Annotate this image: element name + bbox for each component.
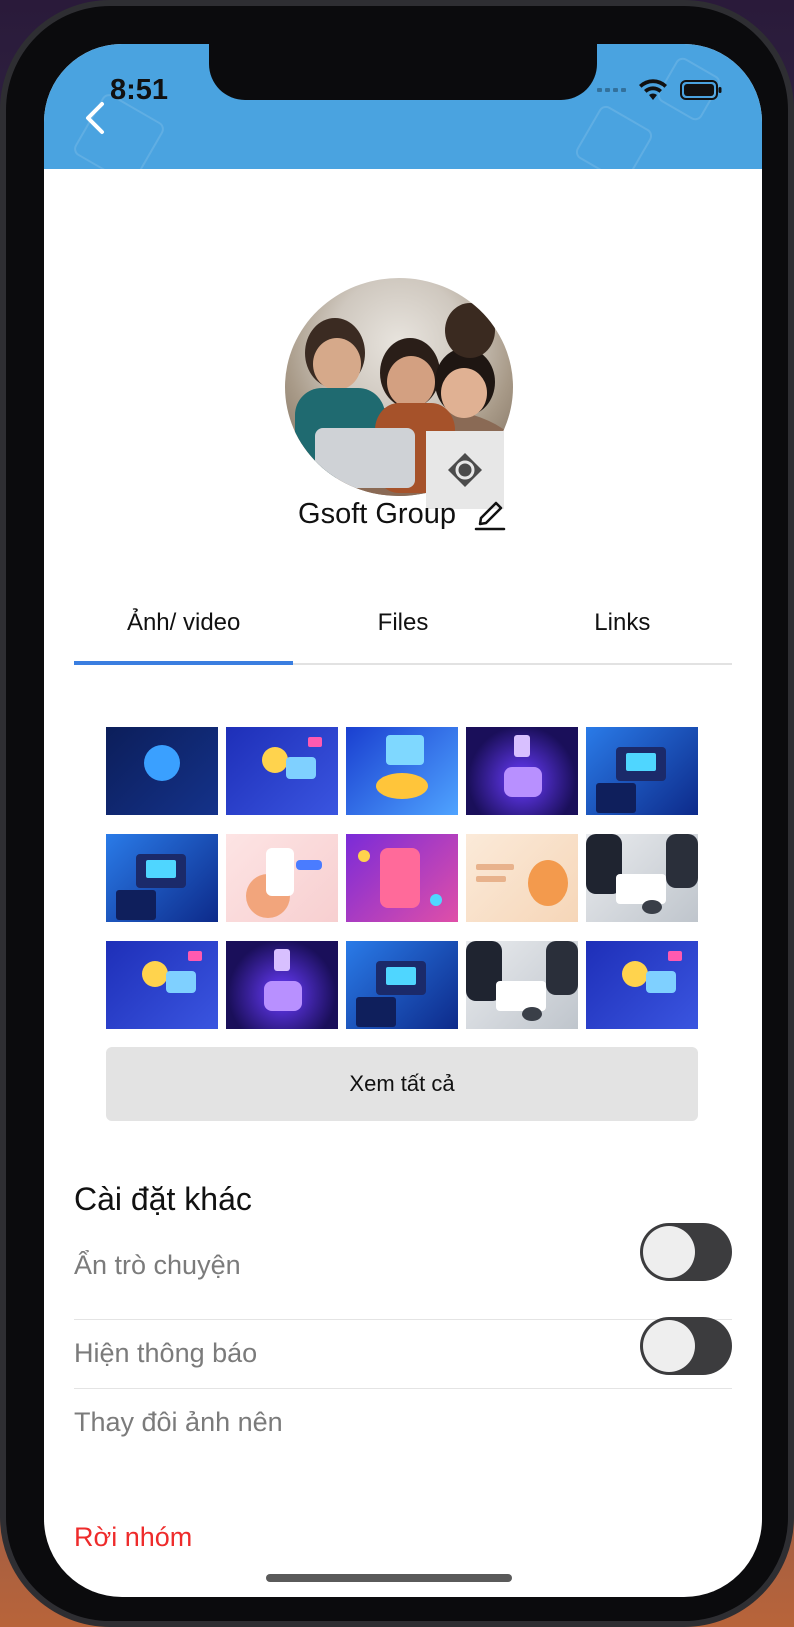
thumbnail-artwork xyxy=(264,981,302,1011)
thumbnail-artwork xyxy=(596,783,636,813)
divider xyxy=(74,1319,732,1320)
media-tabs: Ảnh/ video Files Links xyxy=(74,599,732,665)
group-name-row: Gsoft Group xyxy=(44,496,762,532)
change-background-row[interactable]: Thay đôi ảnh nên xyxy=(74,1407,732,1438)
thumbnail-artwork xyxy=(380,848,420,908)
thumbnail-artwork xyxy=(476,876,506,882)
show-notifications-toggle[interactable] xyxy=(640,1317,732,1375)
media-thumbnail[interactable] xyxy=(226,941,338,1029)
thumbnail-artwork xyxy=(668,951,682,961)
media-thumbnail[interactable] xyxy=(106,941,218,1029)
thumbnail-artwork xyxy=(144,745,180,781)
thumbnail-artwork xyxy=(376,773,428,799)
thumbnail-artwork xyxy=(286,757,316,779)
device-frame: 8:51 Gsoft Group Ảnh/ video Files Links … xyxy=(0,0,794,1627)
tab-files[interactable]: Files xyxy=(293,599,512,663)
media-thumbnail[interactable] xyxy=(226,727,338,815)
device-notch xyxy=(209,44,597,100)
header-pattern xyxy=(573,103,655,185)
thumbnail-artwork xyxy=(528,860,568,906)
thumbnail-artwork xyxy=(356,997,396,1027)
eye-icon xyxy=(448,453,482,487)
thumbnail-artwork xyxy=(262,747,288,773)
show-notifications-row: Hiện thông báo xyxy=(74,1338,732,1369)
media-thumbnail[interactable] xyxy=(466,834,578,922)
media-thumbnail[interactable] xyxy=(346,834,458,922)
home-indicator xyxy=(266,1574,512,1582)
thumbnail-artwork xyxy=(386,735,424,765)
header-bar: 8:51 xyxy=(44,44,762,187)
see-all-button[interactable]: Xem tất cả xyxy=(106,1047,698,1121)
thumbnail-artwork xyxy=(626,753,656,771)
app-screen: 8:51 Gsoft Group Ảnh/ video Files Links … xyxy=(44,44,762,1597)
wifi-icon xyxy=(639,79,667,100)
hide-chat-row: Ẩn trò chuyện xyxy=(74,1250,732,1281)
hide-chat-toggle[interactable] xyxy=(640,1223,732,1281)
thumbnail-artwork xyxy=(476,864,514,870)
thumbnail-artwork xyxy=(646,971,676,993)
media-grid xyxy=(106,727,700,1029)
media-thumbnail[interactable] xyxy=(106,834,218,922)
thumbnail-artwork xyxy=(642,900,662,914)
media-thumbnail[interactable] xyxy=(346,941,458,1029)
thumbnail-artwork xyxy=(522,1007,542,1021)
hide-chat-label: Ẩn trò chuyện xyxy=(74,1250,241,1280)
thumbnail-artwork xyxy=(622,961,648,987)
cellular-signal-icon xyxy=(597,88,626,92)
group-name: Gsoft Group xyxy=(298,497,456,530)
status-time: 8:51 xyxy=(110,74,169,106)
thumbnail-artwork xyxy=(546,941,578,995)
media-thumbnail[interactable] xyxy=(226,834,338,922)
thumbnail-artwork xyxy=(666,834,698,888)
thumbnail-artwork xyxy=(358,850,370,862)
media-thumbnail[interactable] xyxy=(106,727,218,815)
settings-title: Cài đặt khác xyxy=(74,1181,252,1217)
back-chevron-icon[interactable] xyxy=(74,96,118,140)
edit-pencil-icon[interactable] xyxy=(472,496,508,532)
thumbnail-artwork xyxy=(142,961,168,987)
media-thumbnail[interactable] xyxy=(466,941,578,1029)
media-thumbnail[interactable] xyxy=(586,941,698,1029)
media-thumbnail[interactable] xyxy=(586,727,698,815)
media-thumbnail[interactable] xyxy=(586,834,698,922)
thumbnail-artwork xyxy=(296,860,322,870)
battery-icon xyxy=(680,80,722,100)
thumbnail-artwork xyxy=(616,874,666,904)
media-thumbnail[interactable] xyxy=(466,727,578,815)
thumbnail-artwork xyxy=(308,737,322,747)
thumbnail-artwork xyxy=(116,890,156,920)
thumbnail-artwork xyxy=(166,971,196,993)
thumbnail-artwork xyxy=(386,967,416,985)
thumbnail-artwork xyxy=(188,951,202,961)
thumbnail-artwork xyxy=(496,981,546,1011)
show-notifications-label: Hiện thông báo xyxy=(74,1338,258,1368)
tab-photos-videos[interactable]: Ảnh/ video xyxy=(74,599,294,665)
thumbnail-artwork xyxy=(274,949,290,971)
status-icons xyxy=(597,78,722,102)
thumbnail-artwork xyxy=(504,767,542,797)
divider xyxy=(74,1388,732,1389)
toggle-knob xyxy=(643,1320,695,1372)
thumbnail-artwork xyxy=(430,894,442,906)
thumbnail-artwork xyxy=(146,860,176,878)
thumbnail-artwork xyxy=(514,735,530,757)
thumbnail-artwork xyxy=(266,848,294,896)
change-background-label: Thay đôi ảnh nên xyxy=(74,1407,283,1437)
tab-links[interactable]: Links xyxy=(513,599,732,663)
media-thumbnail[interactable] xyxy=(346,727,458,815)
toggle-knob xyxy=(643,1226,695,1278)
leave-group-button[interactable]: Rời nhóm xyxy=(74,1522,192,1553)
